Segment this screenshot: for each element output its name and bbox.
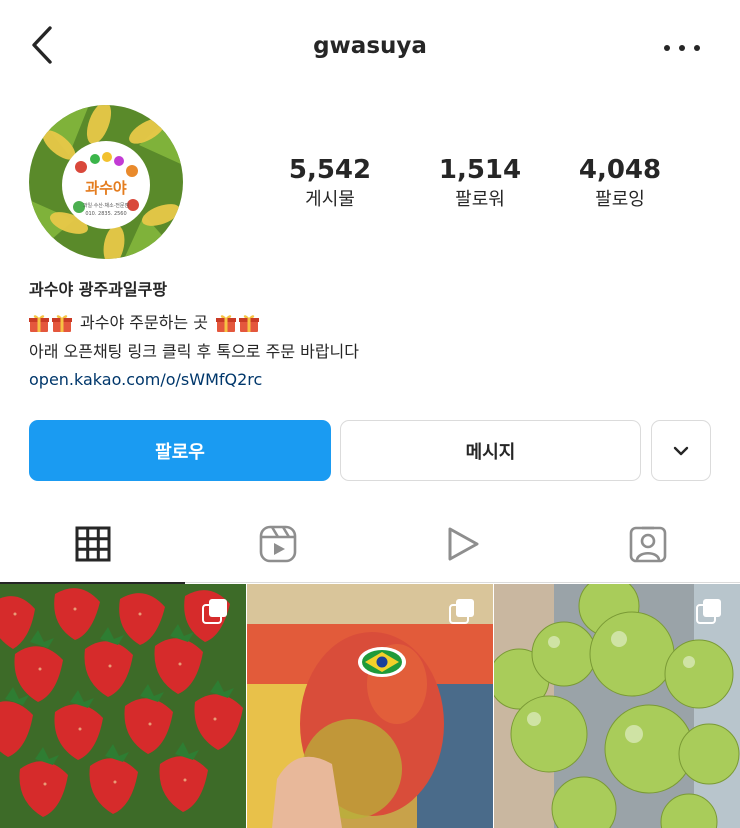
tab-videos[interactable] [370,505,555,583]
post-thumbnail-grapes[interactable] [494,584,740,828]
bio-line-1-text: 과수야 주문하는 곳 [80,313,208,332]
bio-line-1: 과수야 주문하는 곳 [29,308,719,337]
followers-count[interactable]: 1,514 팔로워 [410,155,550,213]
posts-grid [0,584,740,828]
more-horizontal-icon [664,45,670,51]
gift-emoji-icon [215,313,236,333]
message-button[interactable]: 메시지 [340,420,641,481]
bio-link[interactable]: open.kakao.com/o/sWMfQ2rc [29,366,719,394]
bio-line-2: 아래 오픈채팅 링크 클릭 후 톡으로 주문 바랍니다 [29,342,360,361]
posts-label: 게시물 [305,189,355,210]
grid-icon [75,526,110,562]
chevron-down-icon [673,446,689,455]
multiple-photos-icon [202,599,227,624]
multiple-photos-icon [449,599,474,624]
tab-posts-grid[interactable] [0,505,185,584]
svg-text:과수야: 과수야 [85,179,127,197]
svg-text:과일·수산·채소·전문점: 과일·수산·채소·전문점 [83,202,129,209]
posts-number: 5,542 [288,155,372,185]
svg-text:010. 2835. 2560: 010. 2835. 2560 [85,211,126,217]
profile-avatar[interactable]: 과수야 과일·수산·채소·전문점 010. 2835. 2560 [29,105,183,259]
post-thumbnail-strawberries[interactable] [0,584,246,828]
tagged-user-icon [629,526,666,563]
post-thumbnail-mango[interactable] [247,584,493,828]
top-bar: gwasuya [0,0,740,95]
profile-bio: 과수야 광주과일쿠팡 과수야 주문하는 곳 아래 오픈채팅 링크 클릭 후 톡으… [29,278,719,394]
reels-icon [259,525,296,563]
tab-reels[interactable] [185,505,370,583]
profile-tabs [0,505,740,584]
tab-tagged[interactable] [555,505,740,583]
gift-emoji-icon [52,313,72,333]
gift-emoji-icon [238,313,259,333]
play-icon [448,527,478,561]
profile-stats: 5,542 게시물 1,514 팔로워 4,048 팔로잉 [260,155,710,215]
followers-number: 1,514 [438,155,522,185]
posts-count[interactable]: 5,542 게시물 [260,155,400,213]
following-number: 4,048 [578,155,662,185]
profile-display-name: 과수야 광주과일쿠팡 [29,280,168,299]
avatar-logo-image: 과수야 과일·수산·채소·전문점 010. 2835. 2560 [29,105,183,259]
following-label: 팔로잉 [595,189,645,210]
gift-emoji-icon [29,313,49,333]
following-count[interactable]: 4,048 팔로잉 [550,155,690,213]
suggested-dropdown-button[interactable] [651,420,711,481]
followers-label: 팔로워 [455,189,505,210]
more-options-button[interactable] [664,36,700,60]
profile-username: gwasuya [313,33,427,59]
follow-button[interactable]: 팔로우 [29,420,331,481]
multiple-photos-icon [696,599,721,624]
